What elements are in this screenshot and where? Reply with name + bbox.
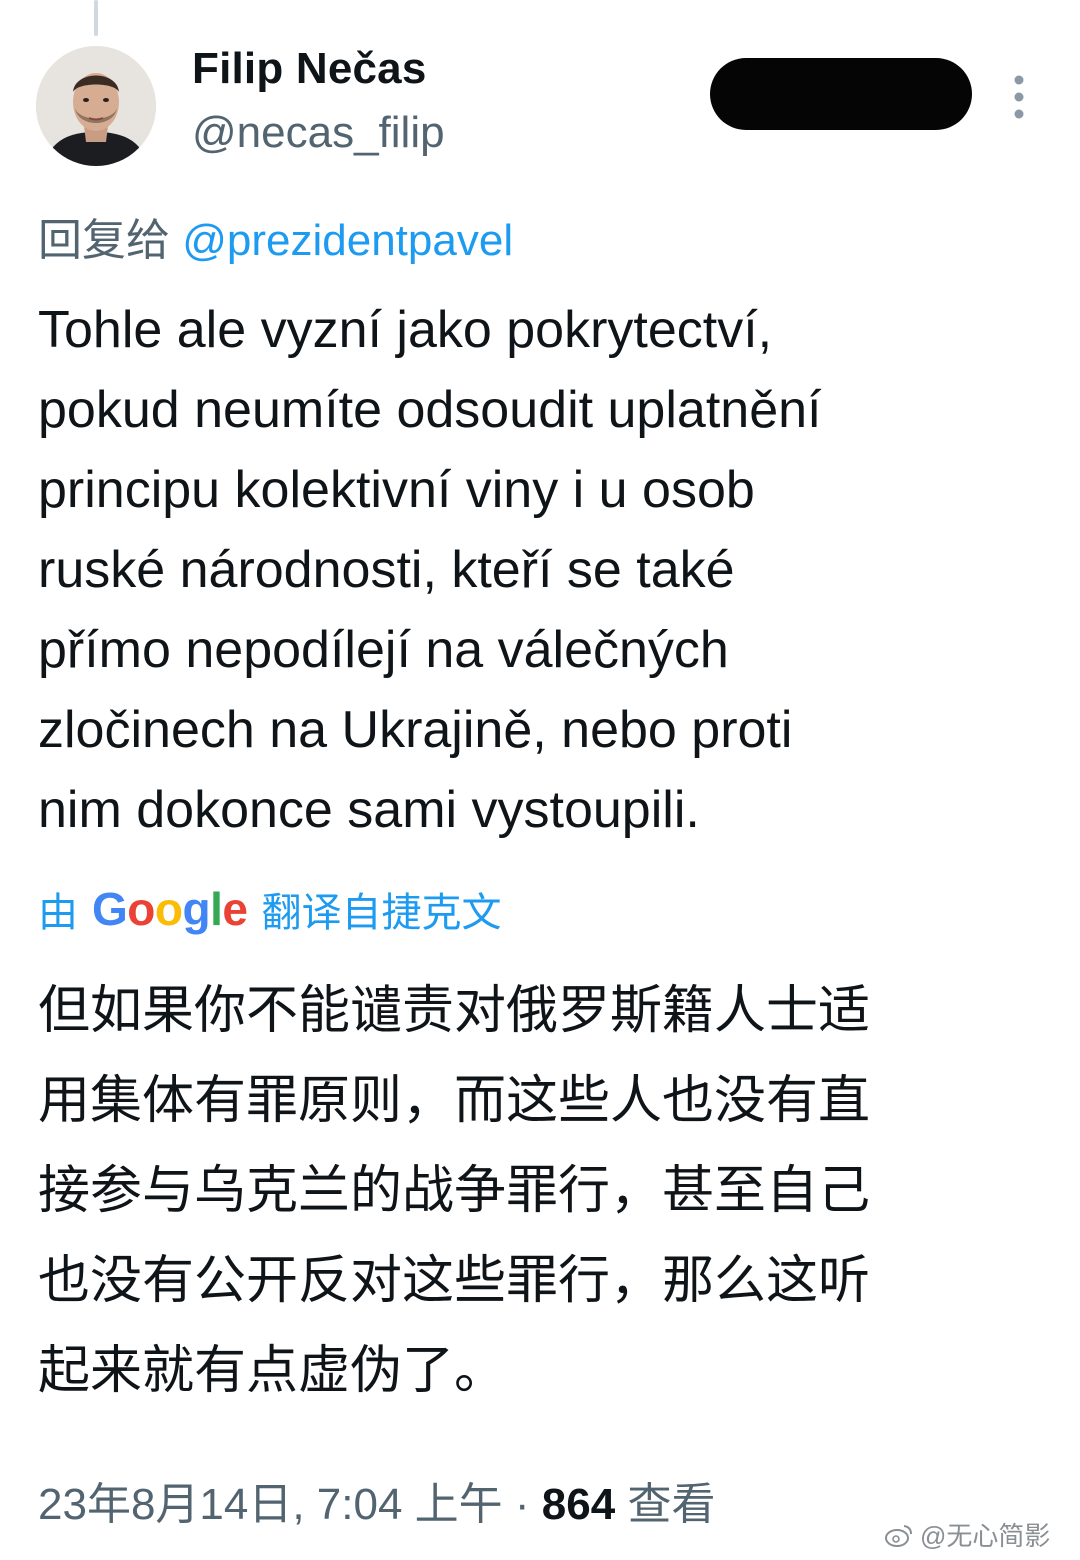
- thread-connector-line: [94, 0, 98, 36]
- reply-context: 回复给 @prezidentpavel: [38, 204, 513, 268]
- timestamp[interactable]: 23年8月14日, 7:04 上午: [38, 1480, 503, 1529]
- views-count: 864: [541, 1480, 616, 1529]
- tweet-text: Tohle ale vyzní jako pokrytectví, pokud …: [38, 301, 822, 839]
- reply-mention-link[interactable]: @prezidentpavel: [182, 216, 513, 265]
- views-label: 查看: [627, 1480, 716, 1529]
- author-name[interactable]: Filip Nečas: [192, 44, 427, 94]
- translation-prefix: 由: [38, 891, 78, 935]
- avatar-photo: [36, 46, 156, 166]
- tweet-meta: 23年8月14日, 7:04 上午 · 864 查看: [38, 1468, 715, 1532]
- translated-text: 但如果你不能谴责对俄罗斯籍人士适 用集体有罪原则，而这些人也没有直 接参与乌克兰…: [38, 981, 871, 1401]
- translation-suffix: 翻译自捷克文: [261, 891, 502, 935]
- more-vertical-icon: [1014, 75, 1024, 119]
- watermark-text: @无心简影: [920, 1521, 1051, 1551]
- avatar[interactable]: [36, 46, 156, 166]
- weibo-icon: [885, 1524, 912, 1547]
- google-logo: Google: [92, 883, 248, 935]
- meta-separator: ·: [514, 1480, 530, 1529]
- redacted-follow-button: [710, 58, 972, 130]
- watermark: @无心简影: [884, 1516, 1050, 1553]
- author-handle[interactable]: @necas_filip: [192, 108, 445, 158]
- translation-attribution[interactable]: 由 Google 翻译自捷克文: [38, 880, 501, 938]
- reply-prefix: 回复给: [38, 216, 170, 265]
- more-options-button[interactable]: [1004, 72, 1034, 122]
